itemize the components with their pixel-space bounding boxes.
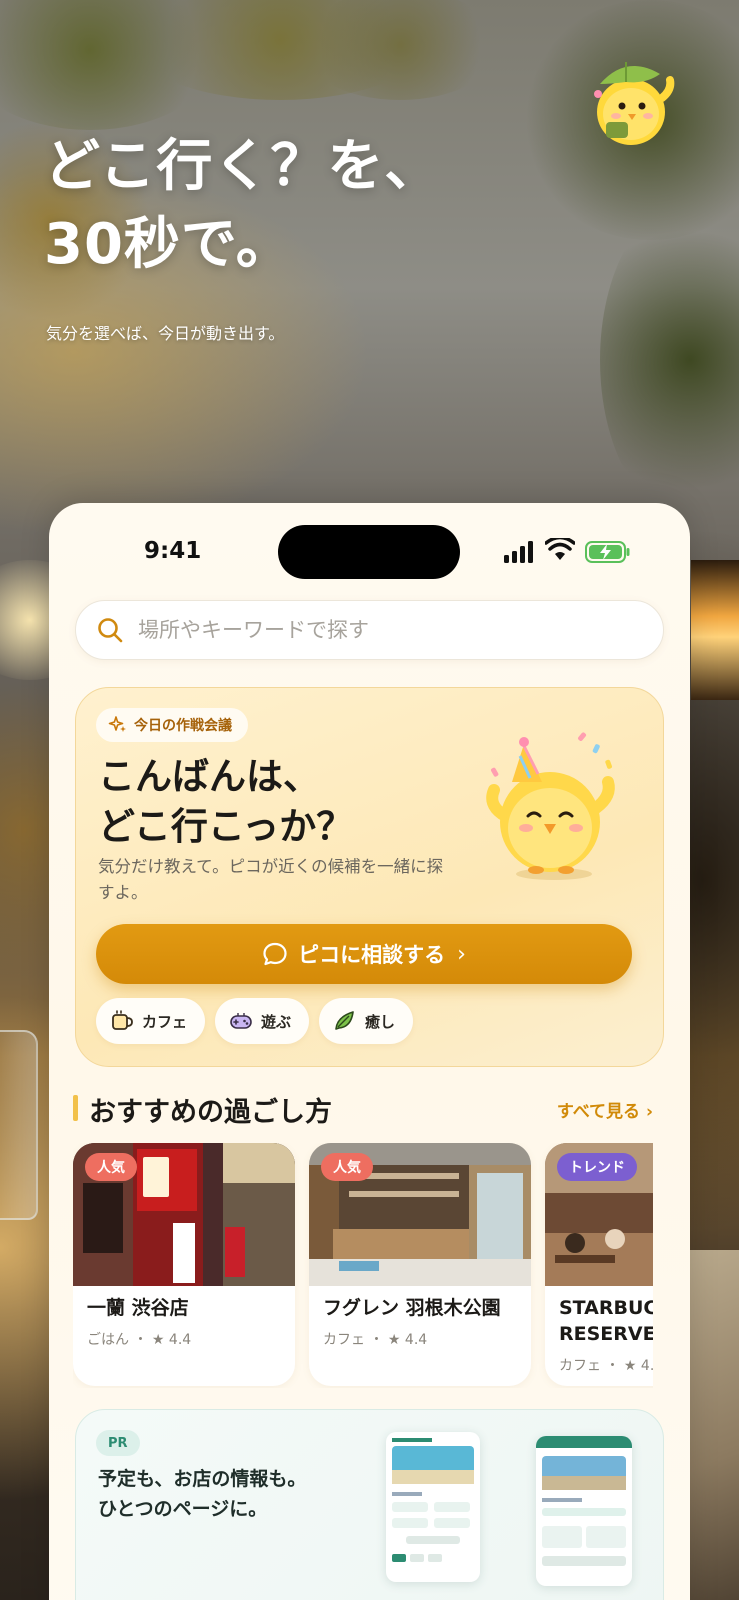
pr-text-line2: ひとつのページに。: [98, 1498, 268, 1520]
status-bar: 9:41: [49, 503, 690, 593]
battery-charging-icon: [585, 541, 630, 563]
see-all-label: すべて見る: [556, 1102, 641, 1122]
tag-trend: トレンド: [557, 1153, 637, 1181]
spot-name: STARBUCKS RESERVE: [559, 1297, 653, 1345]
plan-card-title-line2: どこ行こっか？: [98, 805, 354, 848]
recommendation-carousel[interactable]: 人気 一蘭 渋谷店 ごはん ・ ★ 4.4 人気 フグレン 羽根木公園 カフェ …: [73, 1143, 653, 1388]
hero-title: どこ行く？を、 30秒で。: [44, 128, 441, 284]
chick-mascot-icon: [594, 62, 675, 145]
tag-popular: 人気: [321, 1153, 373, 1181]
spot-rating: 4.4: [168, 1332, 192, 1348]
pr-text: 予定も、お店の情報も。 ひとつのページに。: [98, 1464, 306, 1524]
hero-subtitle: 気分を選べば、今日が動き出す。: [46, 324, 285, 343]
plan-card-title: こんばんは、 どこ行こっか？: [98, 752, 353, 852]
pr-tag: PR: [96, 1430, 140, 1456]
glass-decoration: [0, 1030, 38, 1220]
coffee-cup-icon: [112, 1010, 133, 1030]
leaf-icon: [335, 1011, 354, 1030]
cellular-signal-icon: [504, 541, 533, 563]
wifi-icon: [545, 538, 575, 560]
consult-pico-button[interactable]: ピコに相談する ›: [96, 924, 632, 984]
sparkle-icon: [108, 716, 126, 732]
star-icon: ★: [623, 1358, 637, 1374]
chip-cafe-label: カフェ: [142, 1012, 188, 1031]
plan-card: 今日の作戦会議 こんばんは、 どこ行こっか？ 気分だけ教えて。ピコが近くの候補を…: [75, 687, 664, 1067]
star-icon: ★: [151, 1332, 165, 1348]
consult-pico-label: ピコに相談する: [298, 943, 446, 967]
pr-preview-graphic: [536, 1436, 632, 1566]
chip-play-label: 遊ぶ: [261, 1012, 292, 1031]
chip-cafe[interactable]: カフェ: [96, 998, 206, 1044]
recommendations-header: おすすめの過ごし方 すべて見る ›: [73, 1083, 653, 1133]
pr-card[interactable]: PR 予定も、お店の情報も。 ひとつのページに。: [75, 1409, 664, 1600]
pr-screenshot-preview: [536, 1436, 632, 1586]
spot-meta: カフェ ・ ★ 4.4: [323, 1329, 427, 1349]
spot-name: フグレン 羽根木公園: [323, 1297, 501, 1319]
plan-card-title-line1: こんばんは、: [98, 755, 320, 798]
phone-mockup: 9:41 場所やキーワードで探す 今日の作戦会議 こんばんは、 どこ行こっか？ …: [49, 503, 690, 1600]
recommendation-card[interactable]: 人気 一蘭 渋谷店 ごはん ・ ★ 4.4: [73, 1143, 295, 1386]
separator-dot: ・: [369, 1332, 388, 1348]
party-chick-mascot-icon: [486, 732, 615, 880]
plan-card-description: 気分だけ教えて。ピコが近くの候補を一緒に探すよ。: [98, 857, 444, 902]
dynamic-island: [278, 525, 460, 579]
separator-dot: ・: [605, 1358, 624, 1374]
spot-category: カフェ: [559, 1358, 601, 1374]
separator-dot: ・: [133, 1332, 152, 1348]
pr-screenshot-preview: [386, 1432, 480, 1582]
search-bar[interactable]: [75, 600, 664, 660]
chip-relax[interactable]: 癒し: [319, 998, 414, 1044]
spot-category: カフェ: [323, 1332, 365, 1348]
chevron-right-icon: ›: [457, 941, 466, 967]
spot-meta: ごはん ・ ★ 4.4: [87, 1329, 191, 1349]
spot-name: 一蘭 渋谷店: [87, 1297, 189, 1319]
status-time: 9:41: [144, 538, 202, 564]
see-all-link[interactable]: すべて見る ›: [557, 1097, 653, 1122]
pr-text-line1: 予定も、お店の情報も。: [98, 1468, 307, 1490]
spot-rating: 4.4: [640, 1358, 653, 1374]
chevron-right-icon: ›: [645, 1102, 653, 1122]
recommendation-card[interactable]: 人気 フグレン 羽根木公園 カフェ ・ ★ 4.4: [309, 1143, 531, 1386]
mood-chips: カフェ 遊ぶ 癒し: [96, 998, 414, 1044]
hero-title-line1: どこ行く？を、: [44, 134, 442, 199]
tag-popular: 人気: [85, 1153, 137, 1181]
spot-meta: カフェ ・ ★ 4.4: [559, 1355, 653, 1375]
search-input[interactable]: [138, 618, 618, 642]
spot-rating: 4.4: [404, 1332, 428, 1348]
pr-preview-graphic: [392, 1438, 474, 1562]
plan-badge: 今日の作戦会議: [96, 708, 248, 742]
chat-bubble-icon: [263, 942, 287, 966]
recommendations-title: おすすめの過ごし方: [89, 1097, 332, 1128]
section-accent-bar: [73, 1095, 78, 1121]
search-icon: [98, 618, 123, 643]
lamp-decoration: [691, 560, 739, 700]
game-controller-icon: [230, 1013, 252, 1029]
plan-badge-label: 今日の作戦会議: [134, 718, 232, 734]
star-icon: ★: [387, 1332, 401, 1348]
map-decoration: [683, 1250, 739, 1600]
spot-category: ごはん: [87, 1332, 129, 1348]
hero-title-line2: 30秒で。: [44, 212, 293, 277]
chip-play[interactable]: 遊ぶ: [215, 998, 310, 1044]
chip-relax-label: 癒し: [365, 1012, 396, 1031]
recommendation-card[interactable]: トレンド STARBUCKS RESERVE カフェ ・ ★ 4.4: [545, 1143, 653, 1386]
